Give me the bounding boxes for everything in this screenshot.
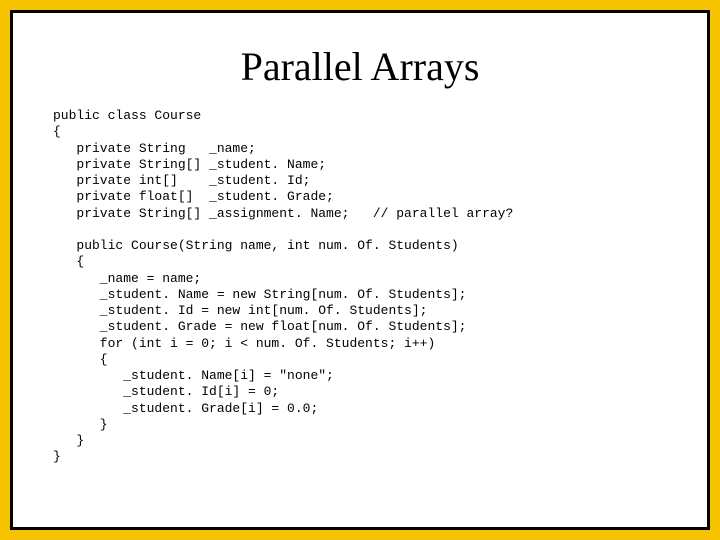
code-block: public class Course { private String _na… — [53, 108, 677, 466]
slide-frame: Parallel Arrays public class Course { pr… — [0, 0, 720, 540]
slide-title: Parallel Arrays — [43, 43, 677, 90]
slide-content: Parallel Arrays public class Course { pr… — [10, 10, 710, 530]
